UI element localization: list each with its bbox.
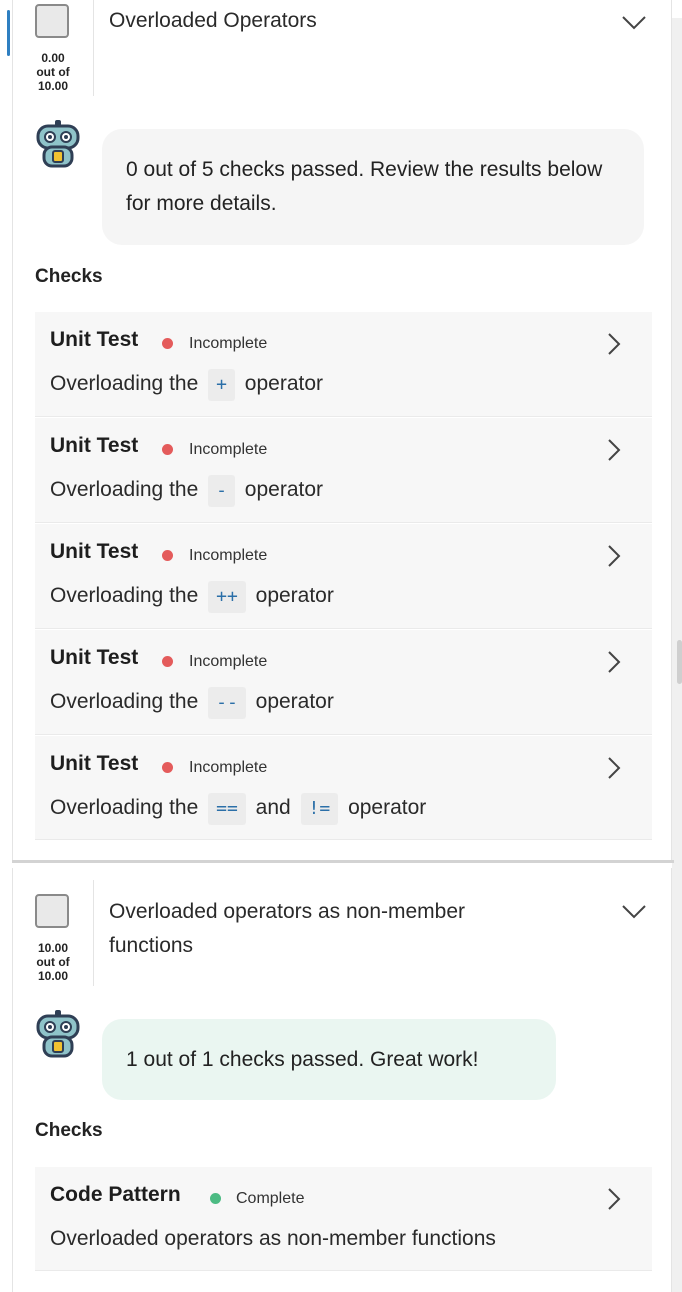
check-status: Incomplete <box>189 759 268 776</box>
score-value: 0.00 <box>41 51 65 65</box>
check-row[interactable]: Code Pattern Complete Overloaded operato… <box>35 1167 652 1271</box>
feedback-bubble: 0 out of 5 checks passed. Review the res… <box>102 129 644 245</box>
chevron-right-icon[interactable] <box>603 1187 625 1211</box>
code-snippet: == <box>208 793 246 825</box>
checks-heading: Checks <box>35 1120 103 1141</box>
check-row[interactable]: Unit Test Incomplete Overloading the == … <box>35 736 652 840</box>
chevron-right-icon[interactable] <box>603 438 625 462</box>
check-status: Incomplete <box>189 335 268 352</box>
task-title: Overloaded operators as non-member funct… <box>109 895 569 963</box>
check-row[interactable]: Unit Test Incomplete Overloading the ++ … <box>35 524 652 629</box>
desc-suffix: operator <box>244 372 324 395</box>
check-row[interactable]: Unit Test Incomplete Overloading the -- … <box>35 630 652 735</box>
task-title: Overloaded Operators <box>109 9 317 32</box>
code-snippet: - <box>208 475 235 507</box>
active-task-indicator <box>7 10 10 56</box>
section-divider <box>12 860 674 863</box>
status-dot-incomplete <box>162 550 173 561</box>
check-description: Overloading the + operator <box>50 367 323 401</box>
header-divider <box>93 0 94 96</box>
robot-avatar-icon <box>36 1010 80 1058</box>
scrollbar-thumb[interactable] <box>677 640 682 684</box>
check-description: Overloading the == and != operator <box>50 791 426 825</box>
checks-heading: Checks <box>35 266 103 287</box>
chevron-right-icon[interactable] <box>603 650 625 674</box>
desc-suffix: operator <box>255 584 334 607</box>
check-status: Incomplete <box>189 653 268 670</box>
desc-prefix: Overloading the <box>50 478 199 501</box>
desc-prefix: Overloading the <box>50 796 199 819</box>
status-dot-incomplete <box>162 656 173 667</box>
desc-prefix: Overloading the <box>50 690 199 713</box>
task-panel-overloaded-operators: 0.00 out of 10.00 Overloaded Operators 0… <box>12 0 672 860</box>
chevron-right-icon[interactable] <box>603 544 625 568</box>
score-total: 10.00 <box>37 79 69 93</box>
chevron-down-icon[interactable] <box>621 898 647 924</box>
score-out-of: out of <box>36 955 70 969</box>
status-dot-incomplete <box>162 338 173 349</box>
code-snippet: + <box>208 369 235 401</box>
chevron-down-icon[interactable] <box>621 9 647 35</box>
grading-results-page: 0.00 out of 10.00 Overloaded Operators 0… <box>0 0 682 1292</box>
check-description: Overloaded operators as non-member funct… <box>50 1227 496 1250</box>
desc-suffix: operator <box>348 796 427 819</box>
desc-prefix: Overloading the <box>50 584 199 607</box>
feedback-bubble: 1 out of 1 checks passed. Great work! <box>102 1019 556 1100</box>
code-snippet: -- <box>208 687 246 719</box>
task-checkbox[interactable] <box>35 4 69 38</box>
code-snippet: != <box>300 793 339 825</box>
check-row[interactable]: Unit Test Incomplete Overloading the + o… <box>35 312 652 417</box>
desc-prefix: Overloading the <box>50 372 199 395</box>
score-value: 10.00 <box>37 941 69 955</box>
task-score: 0.00 out of 10.00 <box>25 51 81 93</box>
check-description: Overloading the -- operator <box>50 685 334 719</box>
robot-avatar-icon <box>36 120 80 168</box>
check-kind: Unit Test <box>50 434 139 457</box>
check-kind: Unit Test <box>50 646 139 669</box>
header-divider <box>93 880 94 986</box>
check-kind: Unit Test <box>50 328 139 351</box>
check-status: Incomplete <box>189 547 268 564</box>
chevron-right-icon[interactable] <box>603 756 625 780</box>
task-panel-non-member-operators: 10.00 out of 10.00 Overloaded operators … <box>12 868 672 1292</box>
check-status: Incomplete <box>189 441 268 458</box>
check-status: Complete <box>236 1190 305 1207</box>
check-description: Overloading the ++ operator <box>50 579 334 613</box>
status-dot-incomplete <box>162 444 173 455</box>
desc-suffix: operator <box>244 478 324 501</box>
status-dot-complete <box>210 1193 221 1204</box>
check-kind: Code Pattern <box>50 1183 181 1206</box>
task-score: 10.00 out of 10.00 <box>25 941 81 983</box>
score-total: 10.00 <box>37 969 69 983</box>
check-description: Overloading the - operator <box>50 473 323 507</box>
score-out-of: out of <box>36 65 70 79</box>
task-title-line-1: Overloaded operators as non-member <box>109 900 466 923</box>
status-dot-incomplete <box>162 762 173 773</box>
desc-connector: and <box>255 796 291 819</box>
code-snippet: ++ <box>208 581 246 613</box>
check-row[interactable]: Unit Test Incomplete Overloading the - o… <box>35 418 652 523</box>
desc-suffix: operator <box>255 690 334 713</box>
task-checkbox[interactable] <box>35 894 69 928</box>
chevron-right-icon[interactable] <box>603 332 625 356</box>
check-kind: Unit Test <box>50 540 139 563</box>
check-kind: Unit Test <box>50 752 139 775</box>
task-title-line-2: functions <box>109 934 194 957</box>
